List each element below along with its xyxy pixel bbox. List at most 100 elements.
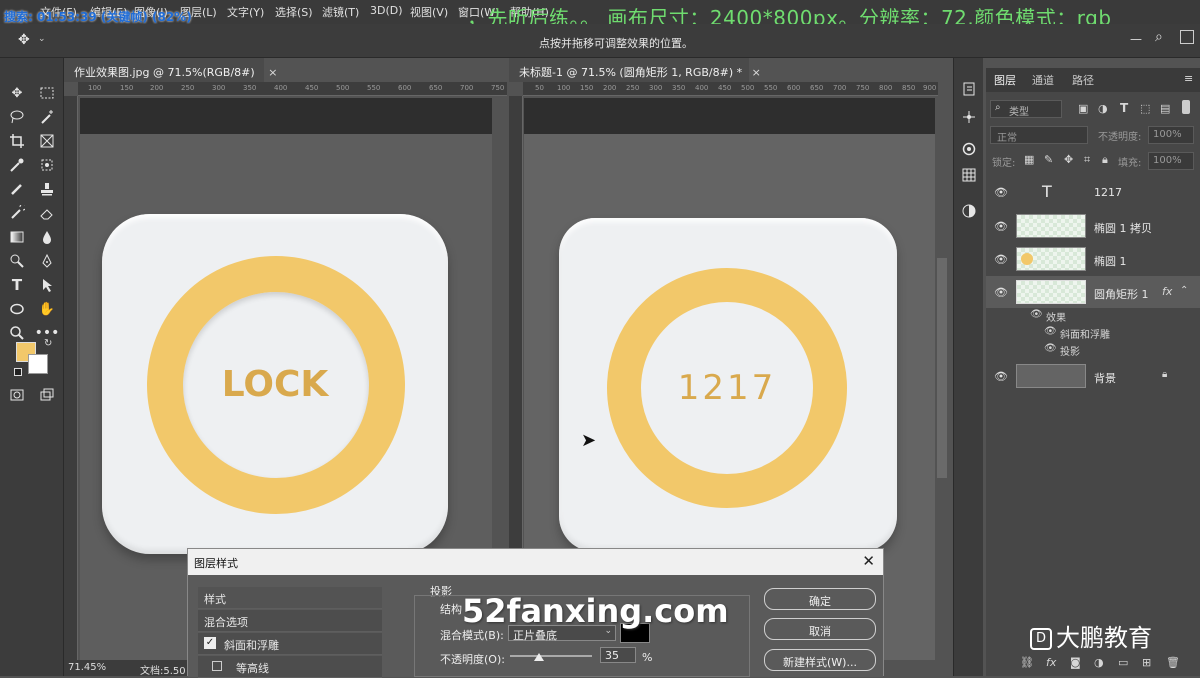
menu-select[interactable]: 选择(S) bbox=[275, 4, 313, 20]
eraser-icon[interactable] bbox=[36, 202, 58, 224]
menu-3d[interactable]: 3D(D) bbox=[370, 4, 403, 17]
lock-position-icon[interactable]: ✥ bbox=[1064, 153, 1073, 166]
search-icon[interactable]: ⌕ bbox=[1155, 29, 1163, 45]
collapse-arrow-icon[interactable]: ⌃ bbox=[1180, 285, 1188, 296]
filter-adjust-icon[interactable]: ◑ bbox=[1098, 102, 1108, 115]
default-colors-icon[interactable] bbox=[14, 368, 22, 376]
panel-menu-icon[interactable]: ≡ bbox=[1184, 72, 1193, 85]
styles-list-item[interactable]: 样式 bbox=[198, 587, 382, 609]
filter-type-icon[interactable]: T bbox=[1120, 101, 1128, 115]
filter-pixel-icon[interactable]: ▣ bbox=[1078, 102, 1088, 115]
background-color-swatch[interactable] bbox=[28, 354, 48, 374]
close-icon[interactable]: ✕ bbox=[862, 552, 875, 570]
checkbox-checked-icon[interactable]: ✓ bbox=[204, 637, 216, 649]
healing-icon[interactable] bbox=[36, 154, 58, 176]
opacity-slider-track[interactable] bbox=[510, 655, 592, 657]
quick-mask-icon[interactable] bbox=[6, 384, 28, 406]
opacity-input[interactable]: 35 bbox=[600, 647, 636, 663]
crop-icon[interactable] bbox=[6, 130, 28, 152]
new-layer-icon[interactable]: ⊞ bbox=[1142, 656, 1151, 669]
dodge-icon[interactable] bbox=[6, 250, 28, 272]
filter-shape-icon[interactable]: ⬚ bbox=[1140, 102, 1150, 115]
opacity-field[interactable]: 100% bbox=[1148, 126, 1194, 144]
close-tab-icon[interactable]: × bbox=[752, 66, 761, 79]
effect-row[interactable]: 👁︎ 投影 bbox=[986, 342, 1200, 358]
frame-icon[interactable] bbox=[36, 130, 58, 152]
menu-type[interactable]: 文字(Y) bbox=[227, 4, 264, 20]
lock-all-icon[interactable]: 🔒︎ bbox=[1102, 153, 1108, 167]
visibility-eye-icon[interactable]: 👁︎ bbox=[994, 186, 1008, 199]
tab-layers[interactable]: 图层 bbox=[994, 72, 1016, 88]
layer-row[interactable]: 👁︎ 椭圆 1 拷贝 bbox=[986, 210, 1200, 242]
blending-options-item[interactable]: 混合选项 bbox=[198, 610, 382, 632]
document-tab[interactable]: 作业效果图.jpg @ 71.5%(RGB/8#) × bbox=[64, 58, 277, 82]
opacity-slider-thumb[interactable] bbox=[534, 653, 544, 661]
lock-paint-icon[interactable]: ✎ bbox=[1044, 153, 1053, 166]
filter-smart-icon[interactable]: ▤ bbox=[1160, 102, 1170, 115]
layer-row[interactable]: 👁︎ 椭圆 1 bbox=[986, 243, 1200, 275]
lock-transparent-icon[interactable]: ▦ bbox=[1024, 153, 1034, 166]
pen-icon[interactable] bbox=[36, 250, 58, 272]
chevron-down-icon[interactable]: ⌄ bbox=[38, 34, 46, 44]
zoom-level[interactable]: 71.45% bbox=[68, 662, 106, 673]
move-icon[interactable]: ✥ bbox=[6, 82, 28, 104]
menu-view[interactable]: 视图(V) bbox=[410, 4, 448, 20]
delete-layer-icon[interactable]: 🗑︎ bbox=[1166, 656, 1180, 669]
adjustments-panel-icon[interactable] bbox=[958, 106, 980, 128]
visibility-eye-icon[interactable]: 👁︎ bbox=[994, 220, 1008, 233]
checkbox-icon[interactable] bbox=[212, 661, 222, 671]
lock-artboard-icon[interactable]: ⌗ bbox=[1084, 153, 1090, 167]
ellipse-icon[interactable] bbox=[6, 298, 28, 320]
fx-icon[interactable]: fx bbox=[1046, 656, 1056, 669]
zoom-icon[interactable] bbox=[6, 322, 28, 344]
swatches-panel-icon[interactable] bbox=[958, 164, 980, 186]
type-icon[interactable]: T bbox=[6, 274, 28, 296]
effects-group-row[interactable]: 👁︎ 效果 bbox=[986, 308, 1200, 324]
swap-colors-icon[interactable]: ↻ bbox=[44, 338, 52, 349]
magic-wand-icon[interactable] bbox=[36, 106, 58, 128]
layer-row-selected[interactable]: 👁︎ 圆角矩形 1 fx ⌃ bbox=[986, 276, 1200, 308]
history-panel-icon[interactable] bbox=[958, 78, 980, 100]
brush-icon[interactable] bbox=[6, 178, 28, 200]
fx-badge[interactable]: fx bbox=[1162, 285, 1172, 298]
visibility-eye-icon[interactable]: 👁︎ bbox=[1044, 343, 1057, 354]
visibility-eye-icon[interactable]: 👁︎ bbox=[994, 370, 1008, 383]
effect-row[interactable]: 👁︎ 斜面和浮雕 bbox=[986, 325, 1200, 341]
add-mask-icon[interactable]: ◙ bbox=[1070, 656, 1081, 669]
blend-mode-select[interactable]: 正常 bbox=[990, 126, 1088, 144]
filter-kind-select[interactable]: ⌕ 类型 bbox=[990, 100, 1062, 118]
eyedropper-icon[interactable] bbox=[6, 154, 28, 176]
fill-field[interactable]: 100% bbox=[1148, 152, 1194, 170]
history-brush-icon[interactable] bbox=[6, 202, 28, 224]
cancel-button[interactable]: 取消 bbox=[764, 618, 876, 640]
visibility-eye-icon[interactable]: 👁︎ bbox=[1044, 326, 1057, 337]
workspace-icon[interactable] bbox=[1180, 30, 1194, 44]
layer-row[interactable]: 👁︎ 背景 🔒︎ bbox=[986, 360, 1200, 392]
blur-icon[interactable] bbox=[36, 226, 58, 248]
ok-button[interactable]: 确定 bbox=[764, 588, 876, 610]
document-tab[interactable]: 未标题-1 @ 71.5% (圆角矩形 1, RGB/8#) * × bbox=[509, 58, 761, 82]
new-style-button[interactable]: 新建样式(W)... bbox=[764, 649, 876, 671]
new-group-icon[interactable]: ▭ bbox=[1118, 656, 1128, 669]
lasso-icon[interactable] bbox=[6, 106, 28, 128]
marquee-icon[interactable] bbox=[36, 82, 58, 104]
tab-channels[interactable]: 通道 bbox=[1032, 72, 1054, 88]
minimize-icon[interactable]: — bbox=[1130, 32, 1142, 46]
visibility-eye-icon[interactable]: 👁︎ bbox=[994, 253, 1008, 266]
stamp-icon[interactable] bbox=[36, 178, 58, 200]
layer-row[interactable]: 👁︎ T 1217 bbox=[986, 176, 1200, 208]
scrollbar[interactable] bbox=[937, 258, 947, 478]
move-tool-icon[interactable]: ✥ bbox=[18, 32, 30, 48]
visibility-eye-icon[interactable]: 👁︎ bbox=[1030, 309, 1043, 320]
screen-mode-icon[interactable] bbox=[36, 384, 58, 406]
visibility-eye-icon[interactable]: 👁︎ bbox=[994, 286, 1008, 299]
hand-icon[interactable]: ✋ bbox=[36, 298, 58, 320]
contour-item[interactable]: 等高线 bbox=[198, 656, 382, 678]
menu-filter[interactable]: 滤镜(T) bbox=[322, 4, 359, 20]
properties-panel-icon[interactable] bbox=[958, 200, 980, 222]
path-select-icon[interactable] bbox=[36, 274, 58, 296]
color-panel-icon[interactable] bbox=[958, 138, 980, 160]
bevel-emboss-item[interactable]: ✓ 斜面和浮雕 bbox=[198, 633, 382, 655]
close-tab-icon[interactable]: × bbox=[268, 66, 277, 79]
filter-toggle[interactable] bbox=[1182, 100, 1190, 114]
